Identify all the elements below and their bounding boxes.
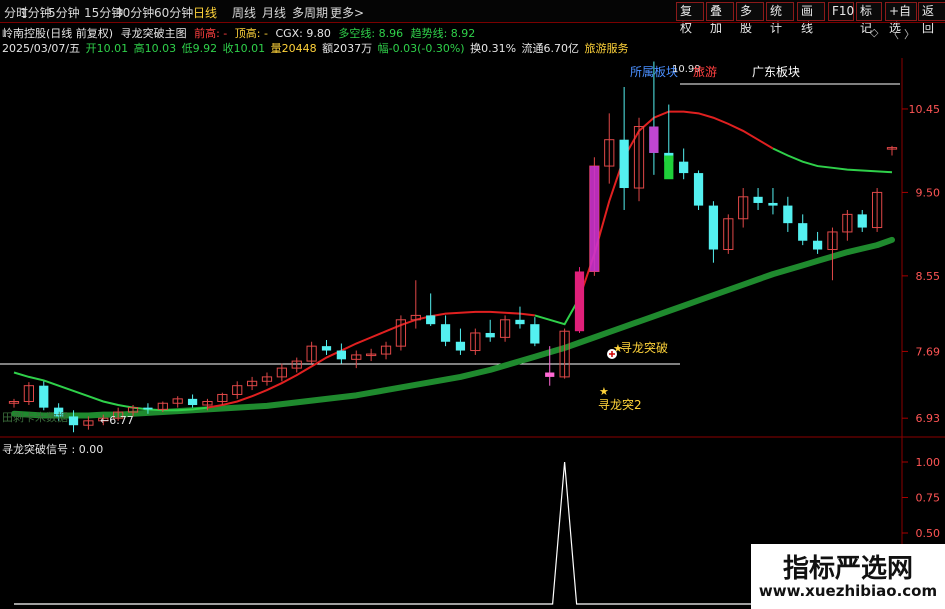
highlight-bar (649, 126, 659, 153)
candle-body (768, 202, 778, 206)
candle-body (753, 196, 763, 203)
support-line (11, 236, 895, 419)
candle-body (708, 205, 719, 250)
candle-body (857, 214, 867, 228)
sector-label-1: 所属板块 (630, 65, 678, 79)
watermark-url: www.xuezhibiao.com (758, 582, 938, 600)
sector-label-3: 广东板块 (752, 65, 800, 79)
candle-body (515, 319, 525, 325)
ytick-label: 10.45 (909, 103, 941, 116)
candle-body (574, 271, 585, 332)
green-marker (664, 155, 674, 180)
trend-line-green-mid (534, 297, 581, 326)
candle-body (39, 385, 49, 408)
watermark-text: 指标严选网 (782, 554, 913, 584)
sub-ytick-label: 0.75 (916, 492, 941, 505)
candle-body (485, 332, 495, 338)
signal-title-text: 寻龙突破信号 : 0.00 (2, 443, 104, 456)
breakout-label-2: 寻龙突2 (598, 397, 642, 412)
ytick-label: 8.55 (916, 270, 941, 283)
low-price-label: ←6.77 (100, 414, 134, 427)
ytick-label: 7.69 (916, 345, 941, 358)
price-chart: 10.459.508.557.696.93所属板块10.99旅游 广东板块←6.7… (0, 58, 945, 609)
faded-label: 田剥卡米数据 (2, 410, 68, 424)
sub-ytick-label: 0.50 (916, 527, 941, 540)
highlight-bar (589, 166, 599, 272)
candle-body (530, 324, 540, 344)
candle-body (693, 173, 704, 206)
trend-line-green-right (772, 147, 893, 174)
candle-body (783, 205, 793, 224)
ytick-label: 9.50 (916, 186, 941, 199)
candle-body (798, 223, 808, 241)
star-icon: ★ (599, 385, 609, 398)
candle-body (336, 350, 347, 360)
candle-body (426, 315, 436, 325)
candle-body (143, 407, 153, 410)
candle-body (619, 139, 629, 189)
candle-body (812, 240, 823, 250)
watermark: 指标严选网 www.xuezhibiao.com (751, 544, 945, 609)
candle-body (679, 161, 689, 174)
sector-label-2: 旅游 (693, 65, 717, 79)
ytick-label: 6.93 (916, 412, 941, 425)
candle-body (440, 324, 451, 342)
candle-body (545, 372, 555, 377)
candle-body (321, 346, 332, 351)
breakout-label-1: 寻龙突破 (620, 340, 668, 355)
signal-panel-title: 寻龙突破信号 : 0.00 (2, 441, 103, 457)
candle-body (187, 398, 198, 406)
candle-body (68, 416, 79, 426)
sub-ytick-label: 1.00 (916, 456, 941, 469)
candle-body (455, 341, 466, 351)
